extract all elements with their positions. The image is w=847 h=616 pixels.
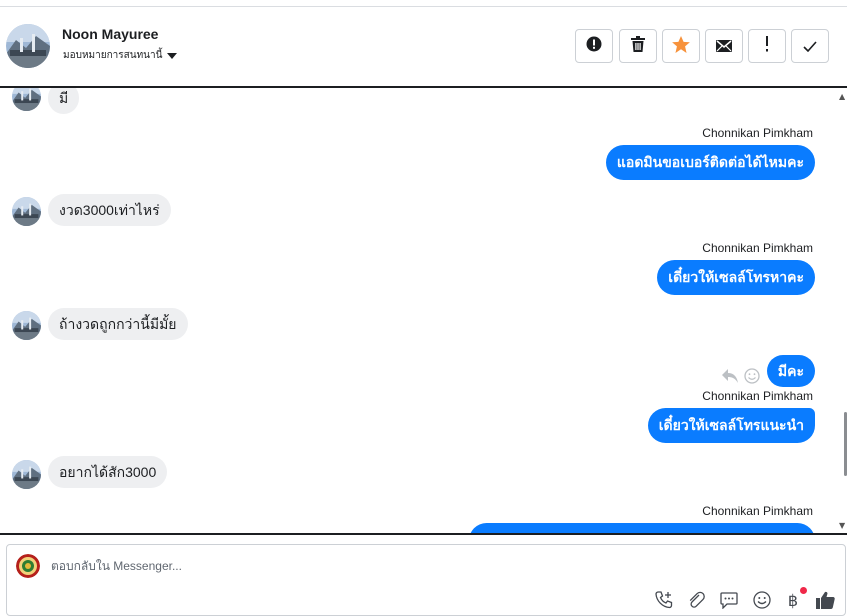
envelope-icon	[716, 37, 732, 56]
assign-conversation-dropdown[interactable]: มอบหมายการสนทนานี้	[63, 48, 178, 63]
exclamation-icon	[765, 36, 769, 56]
message-thread[interactable]: มี Chonnikan Pimkham แอดมินขอเบอร์ติดต่อ…	[0, 88, 841, 533]
thread-bottom-divider	[0, 533, 847, 535]
sender-name: Chonnikan Pimkham	[702, 241, 813, 255]
contact-avatar-small	[12, 197, 41, 226]
mark-done-button[interactable]	[791, 29, 829, 63]
outgoing-message[interactable]: แอดมินขอเบอร์ติดต่อได้ไหมคะ	[605, 145, 815, 180]
notification-dot	[800, 587, 807, 594]
add-call-icon[interactable]	[653, 589, 675, 611]
contact-avatar-small	[12, 88, 41, 111]
scroll-up-arrow-icon[interactable]: ▲	[839, 92, 845, 101]
star-icon	[672, 35, 690, 57]
outgoing-message[interactable]: เดี๋ยวให้เซลล์โทรหาคะ	[657, 260, 815, 295]
outgoing-message[interactable]: เดี๋ยวให้เซลล์โทรแนะนำ	[647, 408, 815, 443]
caret-down-icon	[167, 53, 178, 59]
exclamation-circle-icon	[586, 36, 602, 56]
checkmark-icon	[803, 37, 817, 56]
incoming-message[interactable]: ถ้างวดถูกกว่านี้มีมั้ย	[48, 308, 188, 340]
incoming-message[interactable]: งวด3000เท่าไหร่	[48, 194, 171, 226]
incoming-message[interactable]: มี	[48, 88, 80, 114]
incoming-message[interactable]: อยากได้สัก3000	[48, 456, 168, 488]
trash-icon	[631, 36, 645, 56]
mark-unread-button[interactable]	[705, 29, 743, 63]
sender-name: Chonnikan Pimkham	[702, 126, 813, 140]
react-emoji-icon[interactable]	[744, 368, 760, 389]
sender-name: Chonnikan Pimkham	[702, 389, 813, 403]
contact-avatar[interactable]	[6, 24, 50, 68]
emoji-icon[interactable]	[751, 589, 773, 611]
follow-up-button[interactable]	[748, 29, 786, 63]
contact-name[interactable]: Noon Mayuree	[62, 26, 158, 42]
page-avatar	[16, 554, 40, 578]
outgoing-message[interactable]	[469, 523, 815, 533]
scroll-down-arrow-icon[interactable]: ▼	[839, 521, 845, 530]
reply-input[interactable]	[51, 559, 651, 573]
assign-conversation-label: มอบหมายการสนทนานี้	[63, 50, 163, 61]
spam-alert-button[interactable]	[575, 29, 613, 63]
outgoing-message[interactable]: มีคะ	[766, 355, 815, 387]
conversation-header: Noon Mayuree มอบหมายการสนทนานี้	[0, 7, 847, 87]
star-button[interactable]	[662, 29, 700, 63]
contact-avatar-small	[12, 460, 41, 489]
sender-name: Chonnikan Pimkham	[702, 504, 813, 518]
attachment-icon[interactable]	[685, 589, 707, 611]
thumbs-up-icon[interactable]	[814, 589, 836, 611]
reply-composer: ฿	[6, 544, 846, 616]
contact-avatar-small	[12, 311, 41, 340]
message-hover-actions	[722, 368, 760, 389]
delete-button[interactable]	[619, 29, 657, 63]
reply-icon[interactable]	[722, 369, 738, 388]
saved-reply-icon[interactable]	[718, 589, 740, 611]
